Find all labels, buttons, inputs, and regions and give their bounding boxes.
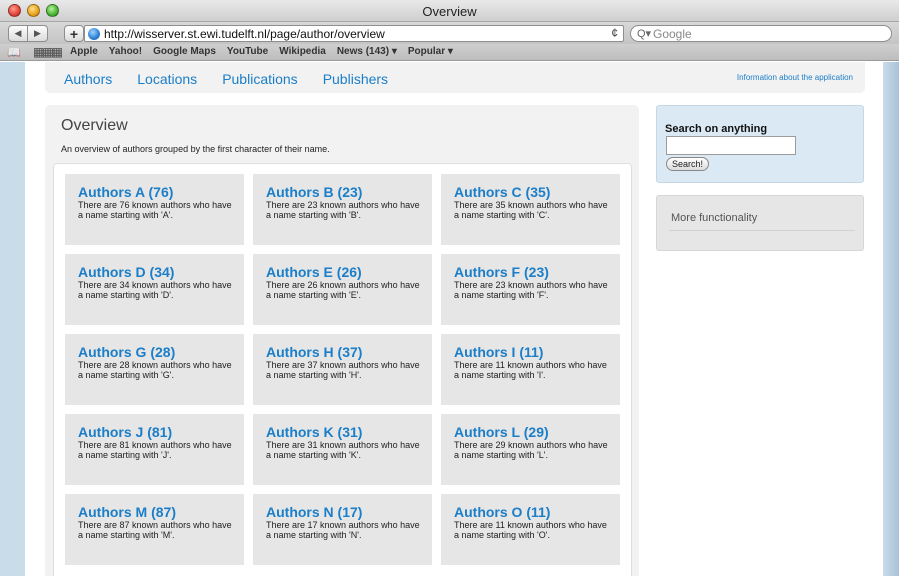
author-group-tile[interactable]: Authors K (31) There are 31 known author…	[253, 414, 432, 485]
window-title: Overview	[422, 4, 477, 19]
grid-icon[interactable]: ▦▦▦	[33, 45, 63, 59]
back-button[interactable]: ◀	[8, 25, 28, 42]
author-grid-container: Authors A (76) There are 76 known author…	[53, 163, 632, 576]
author-group-tile[interactable]: Authors D (34) There are 34 known author…	[65, 254, 244, 325]
add-bookmark-button[interactable]: +	[64, 25, 84, 42]
bookmark-item[interactable]: Popular ▾	[408, 46, 453, 57]
more-functionality-label: More functionality	[671, 212, 758, 224]
search-placeholder: Google	[653, 27, 692, 41]
author-group-desc: There are 31 known authors who have a na…	[266, 440, 420, 460]
author-group-desc: There are 87 known authors who have a na…	[78, 520, 232, 540]
search-title: Search on anything	[665, 123, 768, 135]
author-group-tile[interactable]: Authors N (17) There are 17 known author…	[253, 494, 432, 565]
window-edge	[883, 62, 899, 576]
author-group-link[interactable]: Authors J (81)	[78, 425, 232, 440]
author-group-link[interactable]: Authors G (28)	[78, 345, 232, 360]
author-group-link[interactable]: Authors M (87)	[78, 505, 232, 520]
page-subtitle: An overview of authors grouped by the fi…	[61, 144, 330, 154]
author-group-link[interactable]: Authors N (17)	[266, 505, 420, 520]
bookmarks-bar: 📖 ▦▦▦ Apple Yahoo! Google Maps YouTube W…	[0, 44, 899, 61]
author-group-link[interactable]: Authors H (37)	[266, 345, 420, 360]
nav-link-locations[interactable]: Locations	[137, 71, 197, 87]
author-group-link[interactable]: Authors B (23)	[266, 185, 420, 200]
author-group-tile[interactable]: Authors I (11) There are 11 known author…	[441, 334, 620, 405]
author-group-tile[interactable]: Authors A (76) There are 76 known author…	[65, 174, 244, 245]
author-group-desc: There are 11 known authors who have a na…	[454, 520, 607, 540]
address-bar[interactable]: http://wisserver.st.ewi.tudelft.nl/page/…	[84, 25, 624, 42]
nav-link-info[interactable]: Information about the application	[737, 73, 853, 82]
author-group-desc: There are 29 known authors who have a na…	[454, 440, 608, 460]
browser-toolbar: ◀ ▶ + http://wisserver.st.ewi.tudelft.nl…	[0, 22, 899, 44]
author-group-link[interactable]: Authors I (11)	[454, 345, 608, 360]
author-group-desc: There are 23 known authors who have a na…	[266, 200, 420, 220]
bookmark-item[interactable]: Google Maps	[153, 46, 216, 57]
browser-search-field[interactable]: Q▾ Google	[630, 25, 892, 42]
forward-arrow-icon: ▶	[34, 28, 41, 38]
page-body: Authors Locations Publications Publisher…	[25, 62, 883, 576]
window-titlebar: Overview	[0, 0, 899, 22]
author-group-link[interactable]: Authors L (29)	[454, 425, 608, 440]
nav-link-publishers[interactable]: Publishers	[323, 71, 388, 87]
nav-links: Authors Locations Publications Publisher…	[64, 71, 388, 87]
author-group-desc: There are 34 known authors who have a na…	[78, 280, 232, 300]
search-input[interactable]	[666, 136, 796, 155]
author-group-desc: There are 23 known authors who have a na…	[454, 280, 608, 300]
author-group-desc: There are 17 known authors who have a na…	[266, 520, 420, 540]
bookmark-item[interactable]: YouTube	[227, 46, 268, 57]
author-group-link[interactable]: Authors O (11)	[454, 505, 608, 520]
author-group-tile[interactable]: Authors O (11) There are 11 known author…	[441, 494, 620, 565]
author-group-desc: There are 35 known authors who have a na…	[454, 200, 608, 220]
author-group-link[interactable]: Authors C (35)	[454, 185, 608, 200]
author-group-tile[interactable]: Authors C (35) There are 35 known author…	[441, 174, 620, 245]
author-group-desc: There are 81 known authors who have a na…	[78, 440, 232, 460]
author-group-tile[interactable]: Authors F (23) There are 23 known author…	[441, 254, 620, 325]
author-group-desc: There are 37 known authors who have a na…	[266, 360, 420, 380]
author-group-link[interactable]: Authors D (34)	[78, 265, 232, 280]
author-group-tile[interactable]: Authors M (87) There are 87 known author…	[65, 494, 244, 565]
author-group-tile[interactable]: Authors E (26) There are 26 known author…	[253, 254, 432, 325]
author-group-tile[interactable]: Authors B (23) There are 23 known author…	[253, 174, 432, 245]
bookmark-item[interactable]: Yahoo!	[109, 46, 142, 57]
author-group-desc: There are 26 known authors who have a na…	[266, 280, 420, 300]
search-box: Search on anything Search!	[656, 105, 864, 183]
page-title: Overview	[61, 117, 128, 134]
author-group-desc: There are 28 known authors who have a na…	[78, 360, 232, 380]
nav-link-publications[interactable]: Publications	[222, 71, 298, 87]
search-button[interactable]: Search!	[666, 157, 710, 171]
author-group-desc: There are 11 known authors who have a na…	[454, 360, 607, 380]
back-arrow-icon: ◀	[14, 28, 22, 38]
author-group-link[interactable]: Authors E (26)	[266, 265, 420, 280]
globe-icon	[88, 28, 100, 40]
book-icon[interactable]: 📖	[7, 46, 21, 59]
author-group-tile[interactable]: Authors J (81) There are 81 known author…	[65, 414, 244, 485]
author-grid: Authors A (76) There are 76 known author…	[65, 174, 620, 565]
author-group-link[interactable]: Authors F (23)	[454, 265, 608, 280]
author-group-desc: There are 76 known authors who have a na…	[78, 200, 232, 220]
bookmark-item[interactable]: Apple	[70, 46, 98, 57]
reload-icon[interactable]: ¢	[611, 26, 618, 40]
address-text: http://wisserver.st.ewi.tudelft.nl/page/…	[104, 27, 385, 41]
top-navigation: Authors Locations Publications Publisher…	[45, 62, 865, 93]
author-group-link[interactable]: Authors K (31)	[266, 425, 420, 440]
author-group-tile[interactable]: Authors L (29) There are 29 known author…	[441, 414, 620, 485]
more-functionality-box: More functionality	[656, 195, 864, 251]
author-group-tile[interactable]: Authors H (37) There are 37 known author…	[253, 334, 432, 405]
bookmark-item[interactable]: Wikipedia	[279, 46, 326, 57]
bookmark-list: Apple Yahoo! Google Maps YouTube Wikiped…	[70, 46, 453, 57]
divider	[669, 230, 855, 231]
author-group-link[interactable]: Authors A (76)	[78, 185, 232, 200]
forward-button[interactable]: ▶	[28, 25, 48, 42]
bookmark-item[interactable]: News (143) ▾	[337, 46, 397, 57]
magnifier-icon: Q▾	[637, 28, 652, 40]
overview-panel: Overview An overview of authors grouped …	[45, 105, 639, 576]
author-group-tile[interactable]: Authors G (28) There are 28 known author…	[65, 334, 244, 405]
nav-link-authors[interactable]: Authors	[64, 71, 112, 87]
page-background: Authors Locations Publications Publisher…	[0, 62, 899, 576]
